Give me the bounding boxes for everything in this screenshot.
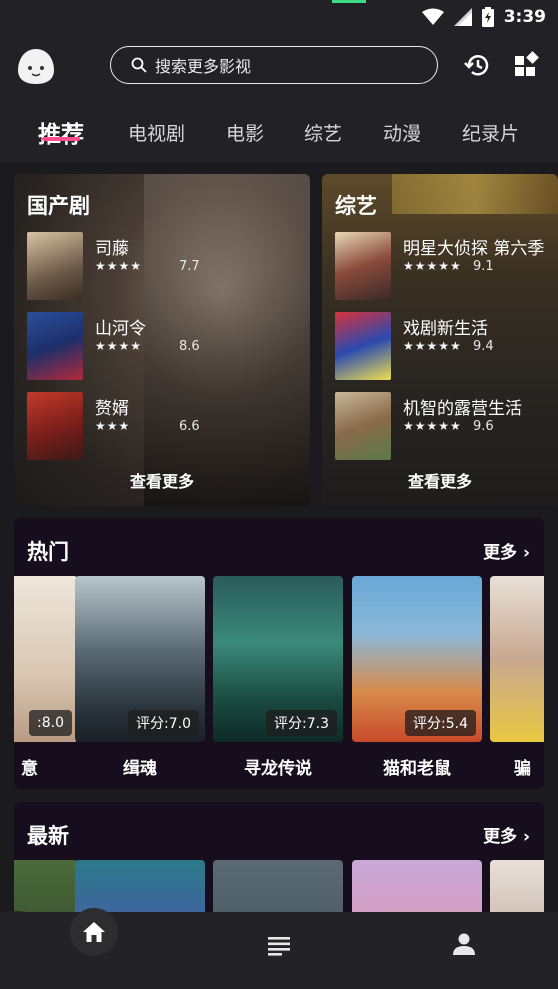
status-bar: 3:39 bbox=[0, 0, 558, 34]
score-badge: 评分:7.3 bbox=[266, 710, 337, 736]
poster-card[interactable]: 评分:5.4 bbox=[352, 576, 482, 742]
list-item[interactable]: 戏剧新生活 ★★★★★ 9.4 bbox=[335, 312, 558, 380]
item-title: 司藤 bbox=[95, 239, 129, 259]
rating-stars: ★★★★ bbox=[95, 259, 143, 273]
poster-card[interactable]: :8.0 bbox=[14, 576, 78, 742]
hot-section: 热门 更多 › :8.0 意 评分:7.0 缉魂 评分:7.3 寻龙传说 评分:… bbox=[14, 518, 544, 789]
rating-stars: ★★★★ bbox=[95, 339, 143, 353]
wifi-icon bbox=[421, 8, 444, 25]
item-title: 机智的露营生活 bbox=[403, 399, 522, 419]
poster-thumbnail bbox=[27, 312, 83, 380]
chevron-right-icon: › bbox=[522, 543, 530, 563]
view-more-link[interactable]: 查看更多 bbox=[322, 468, 558, 492]
person-icon[interactable] bbox=[451, 931, 477, 957]
list-item[interactable]: 司藤 ★★★★ 7.7 bbox=[27, 232, 310, 300]
tab-anime[interactable]: 动漫 bbox=[383, 119, 421, 146]
rating-score: 9.4 bbox=[473, 339, 494, 354]
more-button[interactable]: 更多 › bbox=[483, 822, 530, 847]
battery-icon bbox=[481, 7, 494, 27]
list-icon[interactable] bbox=[266, 932, 292, 958]
score-badge: 评分:7.0 bbox=[128, 710, 199, 736]
status-indicator bbox=[332, 0, 366, 3]
tab-tv-series[interactable]: 电视剧 bbox=[128, 119, 185, 146]
history-icon[interactable] bbox=[463, 51, 491, 79]
poster-title: 寻龙传说 bbox=[244, 759, 312, 779]
rating-score: 9.1 bbox=[473, 259, 494, 274]
item-title: 山河令 bbox=[95, 319, 146, 339]
active-tab-indicator bbox=[42, 137, 80, 141]
list-item[interactable]: 机智的露营生活 ★★★★★ 9.6 bbox=[335, 392, 558, 460]
app-logo[interactable] bbox=[16, 46, 56, 86]
poster-card[interactable]: 评分:7.0 bbox=[75, 576, 205, 742]
view-more-link[interactable]: 查看更多 bbox=[14, 468, 310, 492]
poster-title: 骗 bbox=[514, 759, 531, 779]
item-title: 明星大侦探 第六季 bbox=[403, 239, 545, 259]
rating-stars: ★★★★★ bbox=[403, 259, 462, 273]
category-title: 国产剧 bbox=[27, 194, 90, 218]
apps-grid-icon[interactable] bbox=[513, 51, 541, 79]
score-badge: :8.0 bbox=[29, 710, 72, 736]
more-button[interactable]: 更多 › bbox=[483, 538, 530, 563]
category-title: 综艺 bbox=[335, 194, 377, 218]
category-card-variety[interactable]: 综艺 明星大侦探 第六季 ★★★★★ 9.1 戏剧新生活 ★★★★★ 9.4 机… bbox=[322, 174, 558, 506]
rating-score: 9.6 bbox=[473, 419, 494, 434]
home-tab[interactable] bbox=[70, 908, 118, 956]
signal-icon bbox=[453, 8, 472, 26]
category-tabs: 推荐 电视剧 电影 综艺 动漫 纪录片 bbox=[0, 112, 558, 152]
poster-thumbnail bbox=[27, 392, 83, 460]
rating-stars: ★★★ bbox=[95, 419, 131, 433]
list-item[interactable]: 山河令 ★★★★ 8.6 bbox=[27, 312, 310, 380]
score-badge: 评分:5.4 bbox=[405, 710, 476, 736]
item-title: 戏剧新生活 bbox=[403, 319, 488, 339]
poster-title: 猫和老鼠 bbox=[383, 759, 451, 779]
poster-thumbnail bbox=[335, 312, 391, 380]
poster-card[interactable]: 评分:7.3 bbox=[213, 576, 343, 742]
section-title: 热门 bbox=[27, 540, 69, 564]
more-label: 更多 bbox=[483, 543, 518, 563]
poster-thumbnail bbox=[335, 392, 391, 460]
poster-title: 意 bbox=[21, 759, 38, 779]
rating-score: 8.6 bbox=[179, 339, 200, 354]
rating-score: 7.7 bbox=[179, 259, 200, 274]
poster-image bbox=[490, 576, 544, 742]
search-input[interactable]: 搜索更多影视 bbox=[110, 46, 438, 84]
tab-recommended[interactable]: 推荐 bbox=[38, 115, 84, 149]
poster-card[interactable] bbox=[490, 576, 544, 742]
section-title: 最新 bbox=[27, 824, 69, 848]
poster-title: 缉魂 bbox=[123, 759, 157, 779]
poster-thumbnail bbox=[27, 232, 83, 300]
list-item[interactable]: 明星大侦探 第六季 ★★★★★ 9.1 bbox=[335, 232, 558, 300]
poster-thumbnail bbox=[335, 232, 391, 300]
rating-stars: ★★★★★ bbox=[403, 339, 462, 353]
app-header: 搜索更多影视 推荐 电视剧 电影 综艺 动漫 纪录片 bbox=[0, 34, 558, 162]
tab-variety[interactable]: 综艺 bbox=[304, 119, 342, 146]
tab-documentary[interactable]: 纪录片 bbox=[462, 119, 519, 146]
tab-movies[interactable]: 电影 bbox=[226, 119, 264, 146]
rating-stars: ★★★★★ bbox=[403, 419, 462, 433]
search-placeholder: 搜索更多影视 bbox=[155, 57, 252, 76]
banner-art bbox=[392, 174, 558, 214]
search-icon bbox=[131, 57, 147, 73]
list-item[interactable]: 赘婿 ★★★ 6.6 bbox=[27, 392, 310, 460]
chevron-right-icon: › bbox=[522, 827, 530, 847]
home-icon bbox=[83, 922, 105, 942]
rating-score: 6.6 bbox=[179, 419, 200, 434]
more-label: 更多 bbox=[483, 827, 518, 847]
category-card-domestic-drama[interactable]: 国产剧 司藤 ★★★★ 7.7 山河令 ★★★★ 8.6 赘婿 ★★★ 6.6 … bbox=[14, 174, 310, 506]
status-time: 3:39 bbox=[503, 7, 546, 27]
item-title: 赘婿 bbox=[95, 399, 129, 419]
